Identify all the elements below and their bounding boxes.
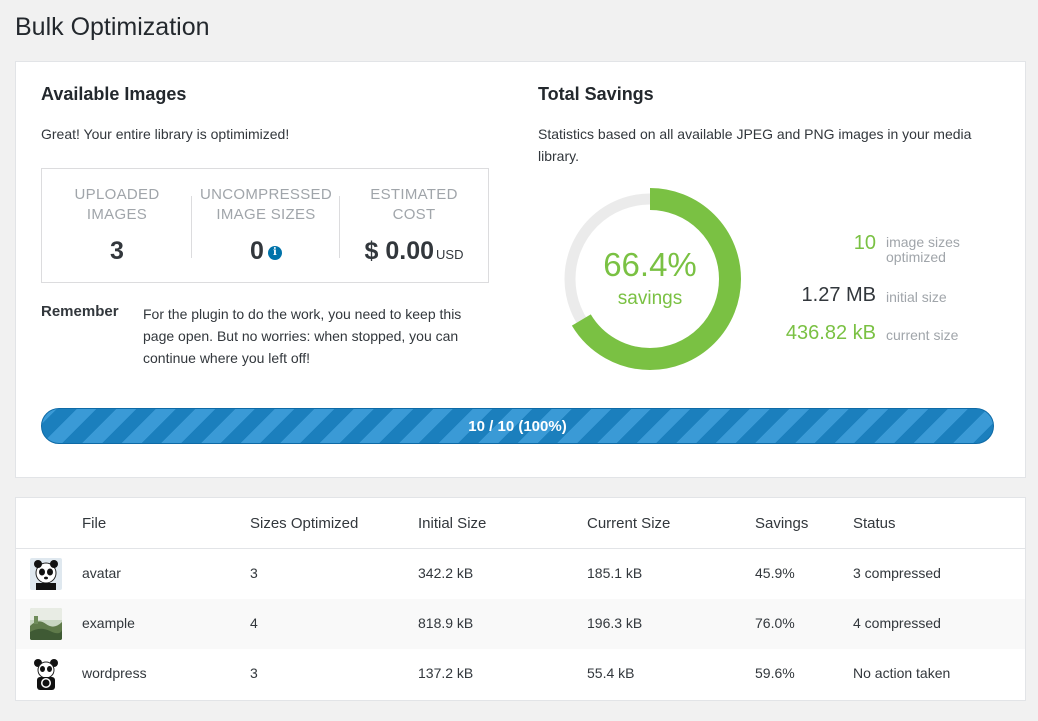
file-name[interactable]: example [82, 615, 135, 631]
savings-value: 436.82 kB [785, 322, 876, 344]
panda-wordpress-icon [30, 658, 62, 690]
page-title: Bulk Optimization [15, 13, 210, 41]
savings-value: 1.27 MB [801, 284, 876, 306]
column-header-file: File [82, 515, 107, 532]
progress-bar: 10 / 10 (100%) [41, 408, 994, 444]
initial-size: 818.9 kB [418, 615, 474, 631]
column-header-current-size: Current Size [587, 515, 671, 532]
table-header: File Sizes Optimized Initial Size Curren… [16, 498, 1025, 549]
stat-label: UPLOADED IMAGES [74, 186, 160, 223]
column-header-sizes-optimized: Sizes Optimized [250, 515, 359, 532]
initial-size: 342.2 kB [418, 565, 474, 581]
bulk-optimization-panel: Available Images Great! Your entire libr… [15, 61, 1026, 478]
status: No action taken [853, 665, 951, 681]
library-status-message: Great! Your entire library is optimimize… [41, 126, 290, 142]
column-header-savings: Savings [755, 515, 809, 532]
sizes-optimized: 3 [250, 665, 258, 681]
sizes-optimized: 3 [250, 565, 258, 581]
savings: 59.6% [755, 665, 795, 681]
current-size: 55.4 kB [587, 665, 635, 681]
file-name[interactable]: wordpress [82, 665, 147, 681]
savings-percent: 66.4% [603, 246, 697, 283]
stat-value: $ 0.00 USD [364, 237, 464, 265]
stat-value: 0i [192, 237, 340, 266]
table-row[interactable]: example 4 818.9 kB 196.3 kB 76.0% 4 comp… [16, 599, 1025, 649]
current-size: 185.1 kB [587, 565, 643, 581]
stat-uncompressed-sizes: UNCOMPRESSED IMAGE SIZES 0i [192, 169, 340, 282]
landscape-image-icon [30, 608, 62, 640]
results-table: File Sizes Optimized Initial Size Curren… [15, 497, 1026, 701]
initial-size: 137.2 kB [418, 665, 474, 681]
stat-uploaded-images: UPLOADED IMAGES 3 [42, 169, 192, 282]
status: 3 compressed [853, 565, 941, 581]
savings-donut-chart: 66.4% savings [559, 188, 741, 370]
remember-label: Remember [41, 303, 119, 320]
available-images-title: Available Images [41, 84, 187, 104]
savings-label: image sizes optimized [886, 234, 960, 265]
table-row[interactable]: wordpress 3 137.2 kB 55.4 kB 59.6% No ac… [16, 649, 1025, 699]
info-icon[interactable]: i [267, 246, 282, 260]
savings-label: current size [886, 327, 959, 343]
savings: 45.9% [755, 565, 795, 581]
savings-label: initial size [886, 289, 947, 305]
total-savings-title: Total Savings [538, 84, 654, 104]
status: 4 compressed [853, 615, 941, 631]
sizes-optimized: 4 [250, 615, 258, 631]
stat-label: UNCOMPRESSED IMAGE SIZES [200, 186, 332, 223]
panda-avatar-icon [30, 558, 62, 590]
savings-percent-label: savings [617, 288, 683, 309]
current-size: 196.3 kB [587, 615, 643, 631]
savings-description: Statistics based on all available JPEG a… [538, 126, 972, 164]
stat-label: ESTIMATED COST [370, 186, 458, 223]
stat-estimated-cost: ESTIMATED COST $ 0.00 USD [340, 169, 488, 282]
table-row[interactable]: avatar 3 342.2 kB 185.1 kB 45.9% 3 compr… [16, 549, 1025, 599]
file-name[interactable]: avatar [82, 565, 121, 581]
savings: 76.0% [755, 615, 795, 631]
savings-value: 10 [853, 232, 876, 254]
stats-box: UPLOADED IMAGES 3 UNCOMPRESSED IMAGE SIZ… [41, 168, 489, 283]
stat-value: 3 [110, 237, 124, 265]
column-header-initial-size: Initial Size [418, 515, 487, 532]
remember-text: For the plugin to do the work, you need … [143, 306, 462, 366]
progress-text: 10 / 10 (100%) [468, 418, 567, 435]
column-header-status: Status [853, 515, 896, 532]
